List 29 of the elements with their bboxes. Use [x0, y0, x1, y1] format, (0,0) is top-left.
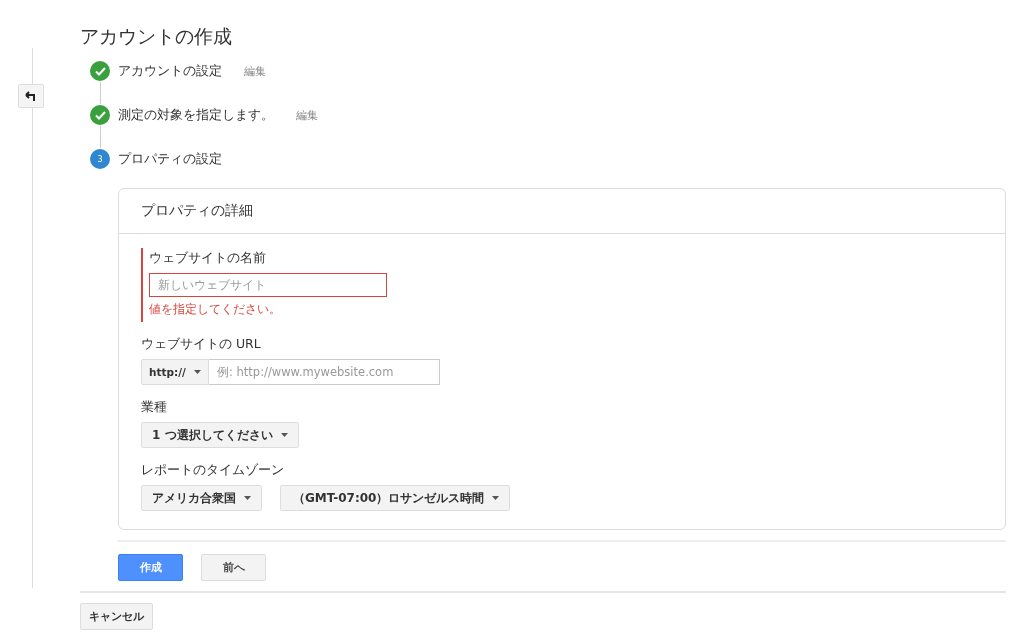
- back-arrow-icon: [25, 91, 37, 101]
- card-title: プロパティの詳細: [119, 189, 1005, 234]
- caret-icon: [193, 370, 201, 374]
- step-label: プロパティの設定: [118, 150, 222, 168]
- edit-link[interactable]: 編集: [296, 107, 318, 123]
- caret-icon: [492, 496, 500, 500]
- step-label: アカウントの設定: [118, 62, 222, 80]
- back-button[interactable]: [18, 84, 44, 108]
- protocol-dropdown[interactable]: http://: [141, 359, 209, 385]
- field-label: ウェブサイトの名前: [149, 250, 267, 267]
- error-message: 値を指定してください。: [149, 301, 282, 318]
- back-step-button[interactable]: 前へ: [201, 554, 266, 581]
- url-field[interactable]: 例: http://www.mywebsite.com: [209, 359, 440, 385]
- country-dropdown[interactable]: アメリカ合衆国: [141, 485, 262, 511]
- website-name-field[interactable]: 新しいウェブサイト: [149, 273, 387, 297]
- check-icon: [90, 105, 110, 125]
- step-label: 測定の対象を指定します。: [118, 106, 274, 124]
- page-title: アカウントの作成: [80, 24, 233, 49]
- field-label: レポートのタイムゾーン: [141, 462, 285, 479]
- timezone-dropdown[interactable]: （GMT-07:00）ロサンゼルス時間: [280, 485, 511, 511]
- field-label: 業種: [141, 399, 168, 416]
- field-label: ウェブサイトの URL: [141, 336, 262, 353]
- caret-icon: [280, 433, 288, 437]
- industry-dropdown[interactable]: 1 つ選択してください: [141, 422, 299, 448]
- edit-link[interactable]: 編集: [244, 63, 266, 79]
- caret-icon: [244, 496, 251, 500]
- cancel-button[interactable]: キャンセル: [80, 603, 153, 630]
- check-icon: [90, 61, 110, 81]
- step-number: 3: [90, 149, 110, 169]
